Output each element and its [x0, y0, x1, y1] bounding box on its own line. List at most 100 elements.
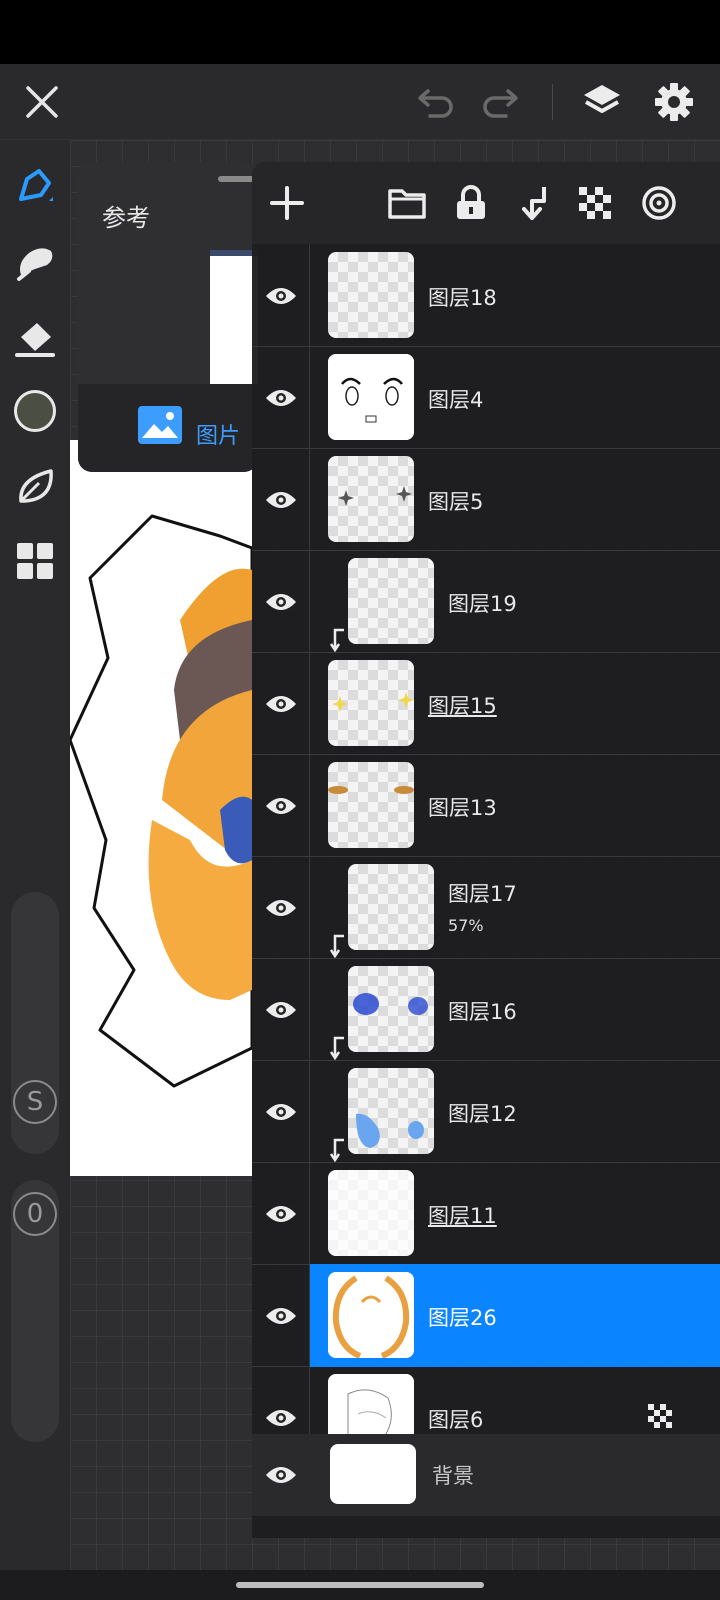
eye-icon[interactable] [252, 754, 310, 857]
layer-name: 图层13 [428, 796, 497, 820]
layer-thumbnail [328, 354, 414, 440]
eye-icon[interactable] [252, 1434, 310, 1516]
eye-icon[interactable] [252, 856, 310, 959]
layer-row[interactable]: 图层17 57% [252, 856, 720, 959]
layer-thumbnail [328, 252, 414, 338]
layer-row[interactable]: 图层16 [252, 958, 720, 1061]
left-toolbar: S 0 [0, 140, 70, 1570]
toolbar-divider [552, 84, 553, 120]
layer-content[interactable]: 图层15 [310, 652, 720, 755]
alpha-lock-icon[interactable] [648, 1404, 672, 1432]
layer-thumbnail [328, 762, 414, 848]
background-layer-name: 背景 [432, 1464, 474, 1488]
layer-row[interactable]: 图层5 [252, 448, 720, 551]
eye-icon[interactable] [252, 550, 310, 653]
layer-content[interactable]: 图层12 [310, 1060, 720, 1163]
lock-icon[interactable] [446, 178, 496, 228]
eye-icon[interactable] [252, 448, 310, 551]
reference-image-label: 图片 [196, 424, 241, 449]
folder-icon[interactable] [382, 178, 432, 228]
layer-content[interactable]: 图层5 [310, 448, 720, 551]
stabilizer-button[interactable]: S [13, 1080, 57, 1124]
pen-tool-icon[interactable] [10, 162, 60, 212]
layer-name: 图层12 [448, 1102, 517, 1126]
background-thumbnail [330, 1444, 416, 1504]
layer-name: 图层17 [448, 882, 517, 906]
layer-content[interactable]: 图层13 [310, 754, 720, 857]
opacity-value-button[interactable]: 0 [13, 1192, 57, 1236]
layer-content[interactable]: 图层11 [310, 1162, 720, 1265]
reference-title: 参考 [102, 204, 150, 232]
artboard[interactable] [70, 440, 252, 1176]
eye-icon[interactable] [252, 1060, 310, 1163]
eye-icon[interactable] [252, 244, 310, 347]
layer-content[interactable]: 图层19 [310, 550, 720, 653]
status-bar [0, 0, 720, 64]
layer-thumbnail [348, 966, 434, 1052]
layer-thumbnail [328, 456, 414, 542]
reference-image-thumbnail[interactable] [210, 250, 258, 392]
checker-transparency-icon[interactable] [570, 178, 620, 228]
top-toolbar [0, 64, 720, 140]
layer-name: 图层15 [428, 694, 497, 718]
layer-thumbnail [328, 1272, 414, 1358]
layer-row[interactable]: 图层26 [252, 1264, 720, 1367]
layer-content[interactable]: 图层18 [310, 244, 720, 347]
layer-content[interactable]: 图层26 [310, 1264, 720, 1367]
eye-icon[interactable] [252, 1162, 310, 1265]
color-swatch[interactable] [10, 386, 60, 436]
layer-thumbnail [328, 1170, 414, 1256]
layer-opacity: 57% [448, 916, 484, 935]
clipping-arrow-icon [329, 934, 348, 959]
layer-name: 图层4 [428, 388, 484, 412]
layer-name: 图层19 [448, 592, 517, 616]
layer-thumbnail [328, 660, 414, 746]
leaf-material-icon[interactable] [10, 462, 60, 512]
layer-name: 图层5 [428, 490, 484, 514]
layer-row[interactable]: 图层11 [252, 1162, 720, 1265]
layer-row[interactable]: 图层15 [252, 652, 720, 755]
merge-down-icon[interactable] [508, 178, 558, 228]
layer-panel: 图层18 图层4 图层5 图层19 图层15 图层13 图层17 57% 图层16 图层12 图层1… [252, 162, 720, 1538]
layer-content[interactable]: 图层16 [310, 958, 720, 1061]
background-layer-row[interactable]: 背景 [252, 1434, 720, 1516]
undo-icon[interactable] [412, 78, 460, 126]
eye-icon[interactable] [252, 346, 310, 449]
gear-icon[interactable] [650, 78, 698, 126]
layers-icon[interactable] [578, 78, 626, 126]
artwork [70, 514, 252, 1088]
layer-name: 图层16 [448, 1000, 517, 1024]
clipping-arrow-icon [329, 628, 348, 653]
layer-row[interactable]: 图层13 [252, 754, 720, 857]
layer-name: 图层26 [428, 1306, 497, 1330]
layer-content[interactable]: 图层4 [310, 346, 720, 449]
clipping-arrow-icon [329, 1138, 348, 1163]
smudge-tool-icon[interactable] [10, 238, 60, 288]
layer-thumbnail [348, 558, 434, 644]
layer-list[interactable]: 图层18 图层4 图层5 图层19 图层15 图层13 图层17 57% 图层16 图层12 图层1… [252, 244, 720, 1538]
eraser-tool-icon[interactable] [10, 314, 60, 364]
layer-thumbnail [348, 864, 434, 950]
add-layer-icon[interactable] [262, 178, 312, 228]
clipping-arrow-icon [329, 1036, 348, 1061]
close-icon[interactable] [18, 78, 66, 126]
eye-icon[interactable] [252, 652, 310, 755]
layer-thumbnail [348, 1068, 434, 1154]
layer-row[interactable]: 图层12 [252, 1060, 720, 1163]
current-color-icon [14, 390, 56, 432]
layer-panel-toolbar [252, 162, 720, 244]
layer-content[interactable]: 图层17 57% [310, 856, 720, 959]
layer-name: 图层6 [428, 1408, 484, 1432]
app: S 0 参考 图片 图层18 图层4 图层5 图层19 图层15 图层13 图层… [0, 0, 720, 1600]
image-icon [138, 406, 182, 448]
eye-icon[interactable] [252, 958, 310, 1061]
grid-menu-icon[interactable] [10, 536, 60, 586]
home-indicator [236, 1582, 484, 1588]
reference-image-button[interactable]: 图片 [78, 384, 258, 472]
layer-row[interactable]: 图层4 [252, 346, 720, 449]
redo-icon[interactable] [476, 78, 524, 126]
layer-row[interactable]: 图层18 [252, 244, 720, 347]
blend-mode-icon[interactable] [634, 178, 684, 228]
eye-icon[interactable] [252, 1264, 310, 1367]
layer-row[interactable]: 图层19 [252, 550, 720, 653]
